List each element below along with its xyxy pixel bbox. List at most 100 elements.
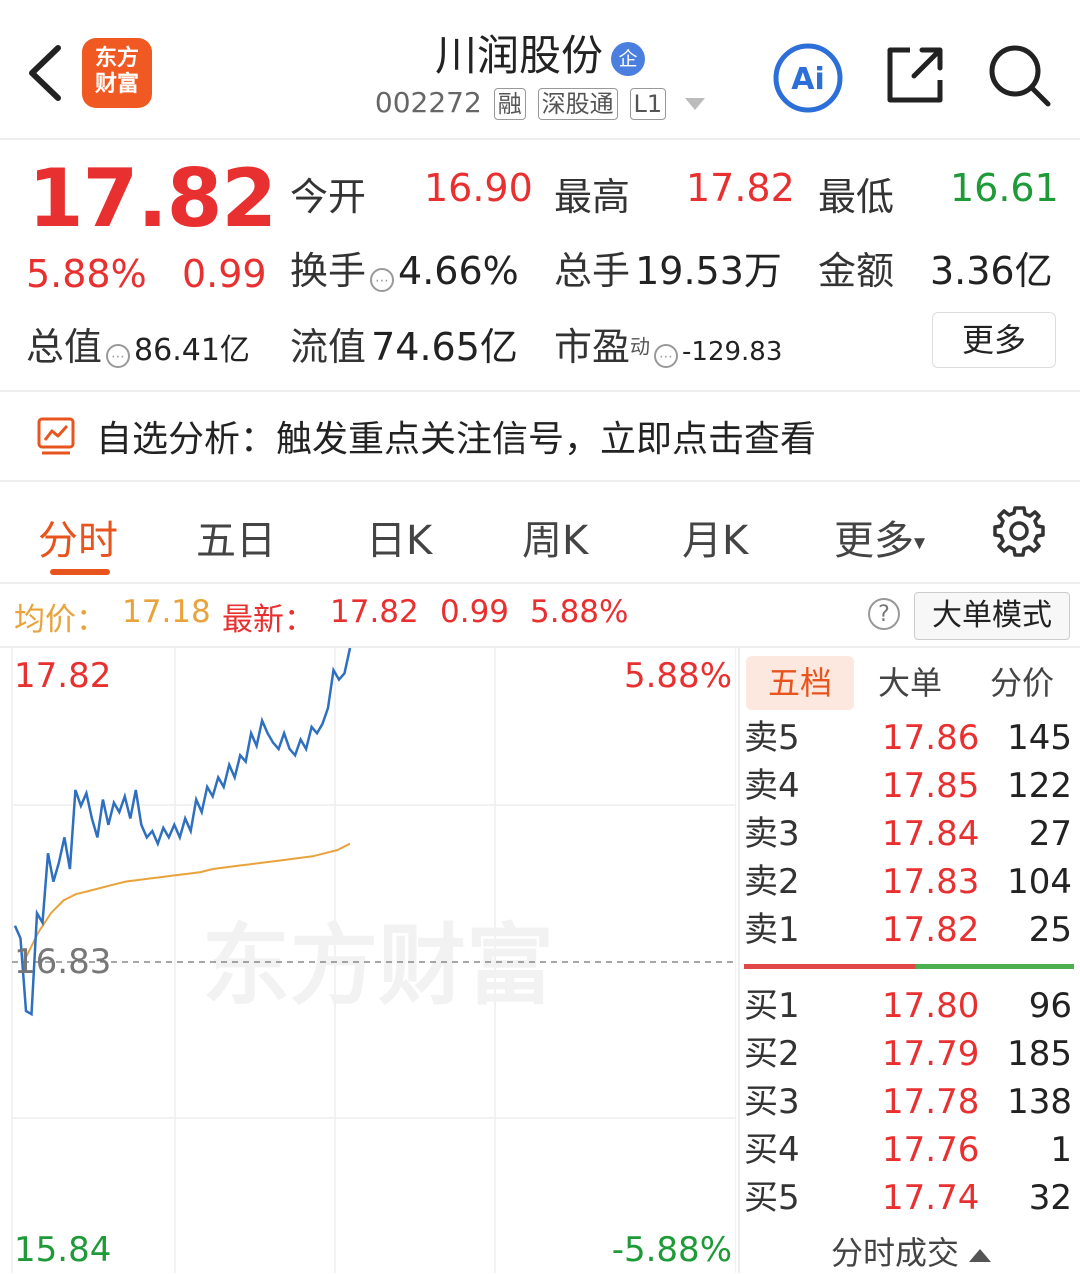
- bid-price: 17.76: [882, 1130, 980, 1170]
- ask-row-3[interactable]: 卖3 17.84 27: [744, 810, 1078, 858]
- ask-price: 17.86: [882, 718, 980, 758]
- turnover-value: 4.66%: [398, 249, 519, 293]
- turnover-label: 换手: [290, 249, 367, 293]
- ask-row-2[interactable]: 卖2 17.83 104: [744, 858, 1078, 906]
- float-label: 流值: [290, 325, 367, 369]
- amount-label: 金额: [818, 249, 895, 293]
- latest-pct: 5.88%: [530, 594, 629, 630]
- quote-panel: 17.82 5.88% 0.99 总值 ⋯ 86.41亿 今开 16.90 最高 1…: [0, 140, 1080, 392]
- more-button[interactable]: 更多: [932, 312, 1056, 368]
- analysis-chart-icon: [37, 417, 75, 455]
- change-pct: 5.88%: [26, 252, 147, 296]
- signal-text: 自选分析：触发重点关注信号，立即点击查看: [96, 419, 817, 460]
- intraday-chart[interactable]: 东方财富 17.82 16.83 15.84 5.88% -5.88%: [0, 648, 736, 1273]
- ask-label: 卖3: [744, 814, 800, 854]
- volume: 总手 19.53万: [554, 240, 782, 295]
- stock-code: 002272: [374, 86, 482, 119]
- ask-label: 卖1: [744, 910, 800, 950]
- caret-up-icon: [969, 1248, 991, 1262]
- time-and-sales-label: 分时成交: [830, 1234, 959, 1272]
- ask-label: 卖5: [744, 718, 800, 758]
- info-icon[interactable]: ⋯: [106, 343, 131, 368]
- low-label: 最低: [818, 175, 895, 219]
- tag-connect: 深股通: [537, 88, 618, 120]
- mktcap-label: 总值: [26, 325, 103, 369]
- enterprise-badge-icon: 企: [611, 41, 645, 76]
- high-label: 最高: [554, 175, 631, 219]
- price-summary-line: 均价： 17.18 最新： 17.82 0.99 5.88% ? 大单模式: [0, 584, 1080, 648]
- ask-volume: 104: [1007, 862, 1072, 902]
- bid-label: 买2: [744, 1034, 800, 1074]
- bid-row-1[interactable]: 买1 17.80 96: [744, 982, 1078, 1030]
- watermark: 东方财富: [202, 914, 554, 1017]
- tab-monthly-k[interactable]: 月K: [682, 508, 748, 566]
- amount-value: 3.36亿: [930, 249, 1053, 293]
- mktcap-value: 86.41亿: [134, 333, 250, 368]
- ask-row-1[interactable]: 卖1 17.82 25: [744, 906, 1078, 954]
- search-icon[interactable]: [986, 42, 1052, 108]
- bid-label: 买4: [744, 1130, 800, 1170]
- signal-banner[interactable]: 自选分析：触发重点关注信号，立即点击查看: [0, 392, 1080, 482]
- ask-label: 卖4: [744, 766, 800, 806]
- open-label: 今开: [290, 175, 367, 219]
- bid-volume: 96: [1028, 986, 1072, 1026]
- pct-max-label: 5.88%: [623, 656, 732, 696]
- bid-volume: 1: [1050, 1130, 1072, 1170]
- float-value: 74.65亿: [371, 325, 518, 369]
- y-min-label: 15.84: [14, 1230, 112, 1270]
- info-icon[interactable]: ⋯: [370, 267, 395, 292]
- ask-row-5[interactable]: 卖5 17.86 145: [744, 714, 1078, 762]
- pct-min-label: -5.88%: [611, 1230, 732, 1270]
- tab-big-orders[interactable]: 大单: [864, 656, 956, 710]
- ask-label: 卖2: [744, 862, 800, 902]
- period-tabs: 分时 五日 日K 周K 月K 更多▾: [0, 482, 1080, 584]
- ask-price: 17.85: [882, 766, 980, 806]
- tab-weekly-k[interactable]: 周K: [522, 508, 588, 566]
- bid-price: 17.78: [882, 1082, 980, 1122]
- active-tab-indicator: [50, 569, 110, 575]
- chevron-down-icon[interactable]: [685, 98, 706, 110]
- high-value: 17.82: [686, 166, 795, 210]
- bid-price: 17.80: [882, 986, 980, 1026]
- tab-more[interactable]: 更多▾: [834, 508, 925, 566]
- svg-text:Ai: Ai: [791, 62, 825, 97]
- ask-volume: 27: [1028, 814, 1072, 854]
- float-cap: 流值 74.65亿: [290, 316, 518, 371]
- bid-price: 17.79: [882, 1034, 980, 1074]
- ai-assistant-icon[interactable]: Ai: [772, 42, 844, 114]
- tab-price-distribution[interactable]: 分价: [976, 656, 1068, 710]
- gear-icon[interactable]: [992, 504, 1046, 558]
- bid-volume: 185: [1007, 1034, 1072, 1074]
- bid-row-2[interactable]: 买2 17.79 185: [744, 1030, 1078, 1078]
- ask-price: 17.82: [882, 910, 980, 950]
- tag-level: L1: [629, 88, 667, 120]
- bid-label: 买1: [744, 986, 800, 1026]
- big-order-mode-button[interactable]: 大单模式: [914, 592, 1070, 640]
- ask-price: 17.83: [882, 862, 980, 902]
- latest-label: 最新：: [222, 602, 315, 638]
- tab-five-levels[interactable]: 五档: [746, 656, 854, 710]
- tab-intraday[interactable]: 分时: [38, 508, 118, 566]
- market-cap: 总值 ⋯ 86.41亿: [26, 316, 250, 371]
- help-icon[interactable]: ?: [868, 598, 900, 630]
- time-and-sales-toggle[interactable]: 分时成交: [740, 1228, 1080, 1274]
- ask-row-4[interactable]: 卖4 17.85 122: [744, 762, 1078, 810]
- pe-label: 市盈: [554, 325, 631, 369]
- bid-price: 17.74: [882, 1178, 980, 1218]
- bid-row-4[interactable]: 买4 17.76 1: [744, 1126, 1078, 1174]
- ask-price: 17.84: [882, 814, 980, 854]
- bid-row-3[interactable]: 买3 17.78 138: [744, 1078, 1078, 1126]
- bid-label: 买5: [744, 1178, 800, 1218]
- bid-row-5[interactable]: 买5 17.74 32: [744, 1174, 1078, 1222]
- tab-daily-k[interactable]: 日K: [366, 508, 432, 566]
- volume-label: 总手: [554, 249, 631, 293]
- order-book: 五档 大单 分价 卖5 17.86 145 卖4 17.85 122 卖3 17.84 27…: [738, 648, 1080, 1273]
- caret-down-icon: ▾: [914, 530, 926, 556]
- bid-ask-divider: [744, 964, 1074, 969]
- turnover: 换手 ⋯ 4.66%: [290, 240, 519, 295]
- bid-volume: 138: [1007, 1082, 1072, 1122]
- tab-five-day[interactable]: 五日: [196, 508, 276, 566]
- latest-change: 0.99: [440, 594, 510, 630]
- share-icon[interactable]: [884, 44, 946, 106]
- info-icon[interactable]: ⋯: [654, 343, 679, 368]
